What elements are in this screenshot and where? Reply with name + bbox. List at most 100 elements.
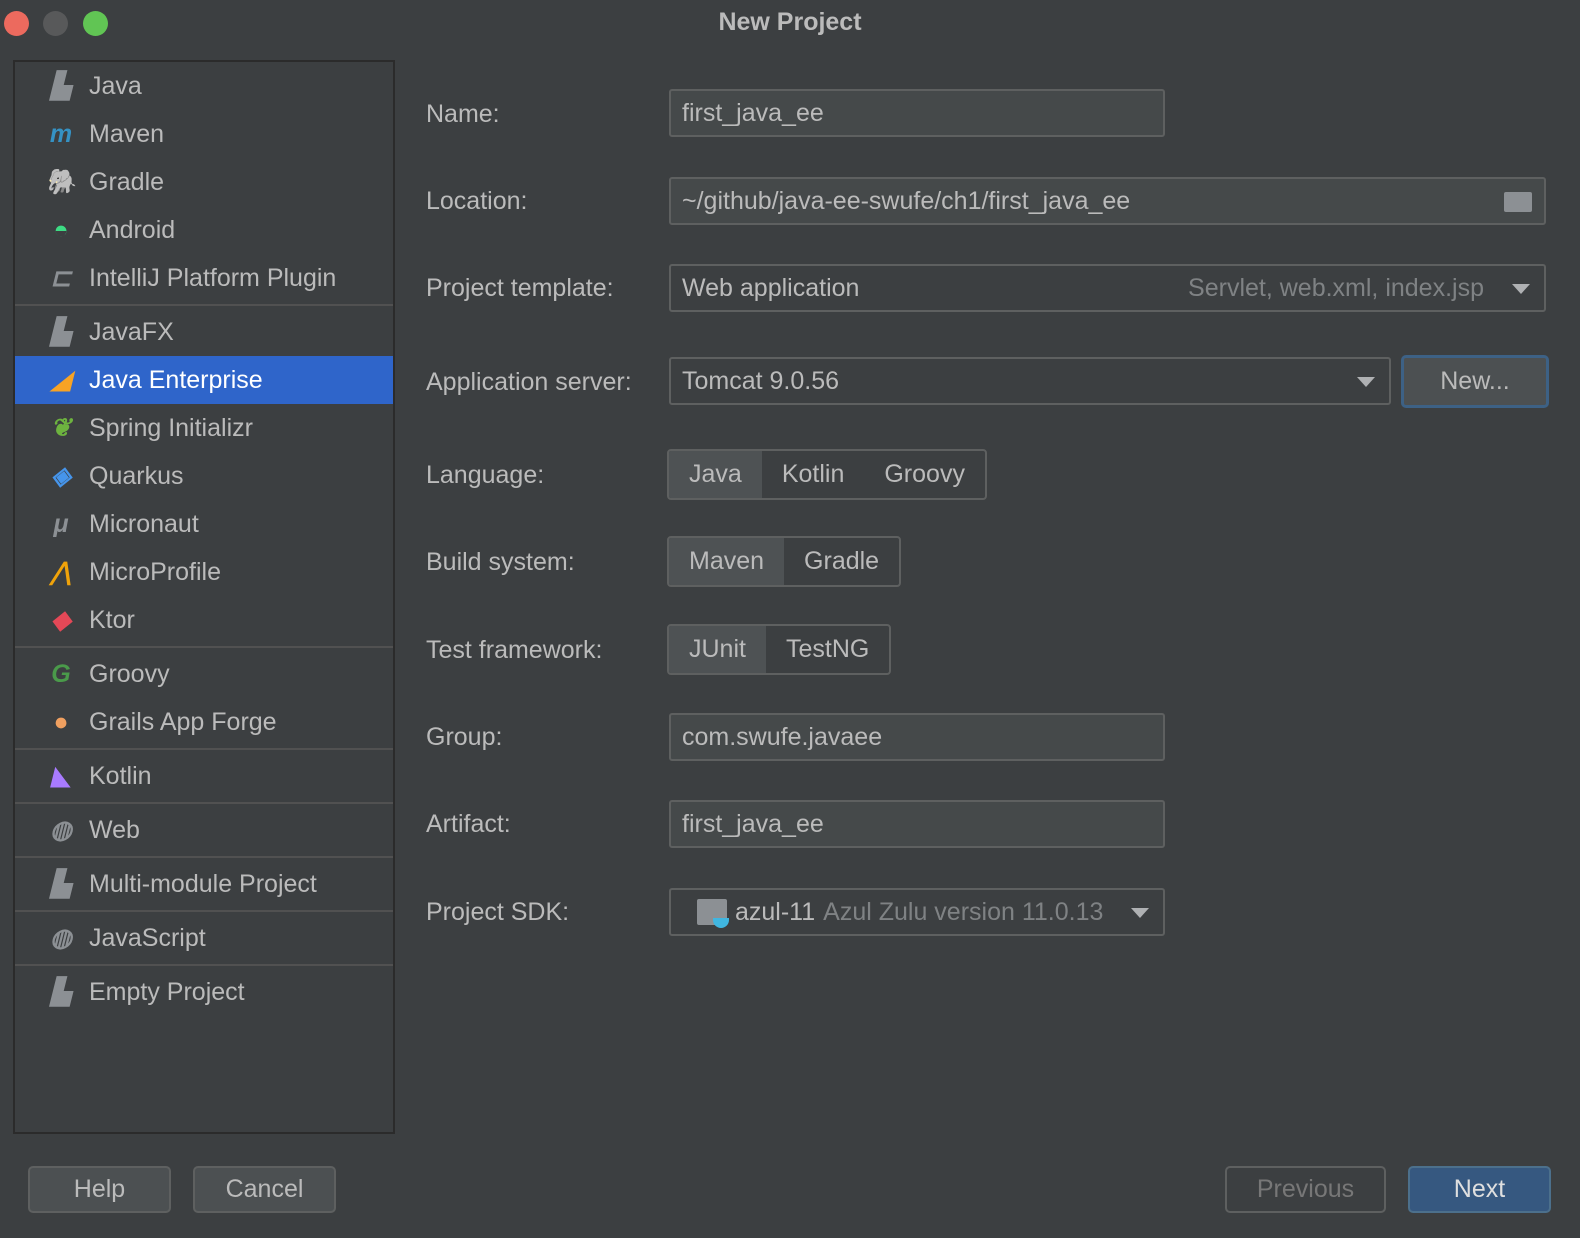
location-input[interactable]: ~/github/java-ee-swufe/ch1/first_java_ee bbox=[669, 177, 1546, 225]
sidebar-item-spring-initializr[interactable]: ❦ Spring Initializr bbox=[15, 404, 393, 452]
javafx-folder-icon: ▙ bbox=[51, 318, 71, 346]
folder-icon: ▙ bbox=[51, 978, 71, 1006]
sidebar-item-micronaut[interactable]: μ Micronaut bbox=[15, 500, 393, 548]
help-button[interactable]: Help bbox=[28, 1166, 171, 1213]
sidebar-item-gradle[interactable]: 🐘 Gradle bbox=[15, 158, 393, 206]
sidebar-item-ktor[interactable]: ◆ Ktor bbox=[15, 596, 393, 644]
next-button[interactable]: Next bbox=[1408, 1166, 1551, 1213]
language-label: Language: bbox=[426, 461, 545, 489]
separator bbox=[15, 304, 393, 306]
language-java[interactable]: Java bbox=[669, 451, 762, 498]
separator bbox=[15, 910, 393, 912]
sidebar-item-kotlin[interactable]: ◣ Kotlin bbox=[15, 752, 393, 800]
java-folder-icon: ▙ bbox=[51, 72, 71, 100]
globe-icon: ◍ bbox=[50, 924, 72, 952]
ktor-icon: ◆ bbox=[51, 606, 71, 634]
android-icon: ◓ bbox=[53, 215, 69, 244]
artifact-input[interactable]: first_java_ee bbox=[669, 800, 1165, 848]
location-value: ~/github/java-ee-swufe/ch1/first_java_ee bbox=[682, 186, 1131, 215]
separator bbox=[15, 856, 393, 858]
language-selector: Java Kotlin Groovy bbox=[667, 449, 987, 500]
sidebar-item-label: Kotlin bbox=[89, 761, 152, 790]
sidebar-item-label: Micronaut bbox=[89, 509, 199, 538]
server-value: Tomcat 9.0.56 bbox=[682, 366, 840, 395]
group-label: Group: bbox=[426, 723, 503, 751]
sidebar-item-label: Empty Project bbox=[89, 977, 245, 1006]
globe-icon: ◍ bbox=[50, 816, 72, 844]
build-selector: Maven Gradle bbox=[667, 536, 902, 587]
sidebar-item-label: Multi-module Project bbox=[89, 869, 317, 898]
browse-folder-icon[interactable] bbox=[1504, 192, 1532, 212]
sidebar-item-empty-project[interactable]: ▙ Empty Project bbox=[15, 968, 393, 1016]
template-dropdown[interactable]: Web application Servlet, web.xml, index.… bbox=[669, 264, 1546, 312]
template-hint: Servlet, web.xml, index.jsp bbox=[1188, 273, 1484, 302]
sidebar-item-android[interactable]: ◓ Android bbox=[15, 206, 393, 254]
sidebar-item-javafx[interactable]: ▙ JavaFX bbox=[15, 308, 393, 356]
gradle-icon: 🐘 bbox=[45, 167, 77, 196]
sidebar-item-java[interactable]: ▙ Java bbox=[15, 62, 393, 110]
sidebar-item-label: Spring Initializr bbox=[89, 413, 253, 442]
micronaut-icon: μ bbox=[53, 509, 69, 538]
name-input[interactable]: first_java_ee bbox=[669, 89, 1165, 137]
server-dropdown[interactable]: Tomcat 9.0.56 bbox=[669, 357, 1391, 405]
separator bbox=[15, 802, 393, 804]
java-enterprise-icon: ◢ bbox=[51, 366, 71, 394]
sidebar-item-grails-app-forge[interactable]: ● Grails App Forge bbox=[15, 698, 393, 746]
quarkus-icon: ◈ bbox=[51, 462, 71, 490]
template-value: Web application bbox=[682, 273, 860, 302]
sidebar-item-microprofile[interactable]: ⋀ MicroProfile bbox=[15, 548, 393, 596]
separator bbox=[15, 646, 393, 648]
sidebar-item-label: Quarkus bbox=[89, 461, 184, 490]
sidebar-item-intellij-platform-plugin[interactable]: ⊏ IntelliJ Platform Plugin bbox=[15, 254, 393, 302]
kotlin-icon: ◣ bbox=[51, 762, 71, 790]
project-type-list: ▙ Java m Maven 🐘 Gradle ◓ Android ⊏ IntelliJ Plat… bbox=[13, 60, 395, 1134]
sdk-version: Azul Zulu version 11.0.13 bbox=[823, 897, 1104, 926]
cancel-button[interactable]: Cancel bbox=[193, 1166, 336, 1213]
test-junit[interactable]: JUnit bbox=[669, 626, 766, 673]
sidebar-item-label: Ktor bbox=[89, 605, 135, 634]
language-kotlin[interactable]: Kotlin bbox=[762, 451, 865, 498]
sidebar-item-label: Java bbox=[89, 71, 142, 100]
sidebar-item-maven[interactable]: m Maven bbox=[15, 110, 393, 158]
sidebar-item-label: Android bbox=[89, 215, 176, 244]
group-input[interactable]: com.swufe.javaee bbox=[669, 713, 1165, 761]
new-server-button[interactable]: New... bbox=[1401, 355, 1549, 408]
sidebar-item-web[interactable]: ◍ Web bbox=[15, 806, 393, 854]
sdk-name: azul-11 bbox=[735, 897, 816, 926]
sidebar-item-label: Gradle bbox=[89, 167, 165, 196]
sidebar-item-label: MicroProfile bbox=[89, 557, 221, 586]
sidebar-item-java-enterprise[interactable]: ◢ Java Enterprise bbox=[15, 356, 393, 404]
sidebar-item-quarkus[interactable]: ◈ Quarkus bbox=[15, 452, 393, 500]
build-maven[interactable]: Maven bbox=[669, 538, 785, 585]
sidebar-item-label: Grails App Forge bbox=[89, 707, 277, 736]
chevron-down-icon bbox=[1357, 377, 1375, 387]
location-label: Location: bbox=[426, 187, 528, 215]
maven-icon: m bbox=[49, 119, 73, 148]
test-testng[interactable]: TestNG bbox=[766, 626, 889, 673]
build-gradle[interactable]: Gradle bbox=[784, 538, 899, 585]
sidebar-item-label: JavaScript bbox=[89, 923, 206, 952]
sidebar-item-label: JavaFX bbox=[89, 317, 174, 346]
microprofile-icon: ⋀ bbox=[50, 558, 72, 586]
sidebar-item-label: Java Enterprise bbox=[89, 365, 263, 394]
sdk-folder-icon bbox=[697, 899, 729, 928]
test-selector: JUnit TestNG bbox=[667, 624, 892, 675]
sidebar-item-groovy[interactable]: G Groovy bbox=[15, 650, 393, 698]
sidebar-item-javascript[interactable]: ◍ JavaScript bbox=[15, 914, 393, 962]
name-label: Name: bbox=[426, 100, 500, 128]
groovy-icon: G bbox=[51, 659, 71, 688]
language-groovy[interactable]: Groovy bbox=[864, 451, 985, 498]
sdk-label: Project SDK: bbox=[426, 898, 570, 926]
separator bbox=[15, 748, 393, 750]
template-label: Project template: bbox=[426, 274, 614, 302]
spring-icon: ❦ bbox=[50, 414, 72, 442]
sidebar-item-multi-module-project[interactable]: ▙ Multi-module Project bbox=[15, 860, 393, 908]
chevron-down-icon bbox=[1512, 284, 1530, 294]
sdk-dropdown[interactable]: azul-11 Azul Zulu version 11.0.13 bbox=[669, 888, 1165, 936]
folder-icon: ▙ bbox=[51, 870, 71, 898]
server-label: Application server: bbox=[426, 368, 632, 396]
grails-icon: ● bbox=[53, 707, 69, 736]
previous-button[interactable]: Previous bbox=[1225, 1166, 1386, 1213]
sidebar-item-label: Web bbox=[89, 815, 140, 844]
test-label: Test framework: bbox=[426, 636, 603, 664]
